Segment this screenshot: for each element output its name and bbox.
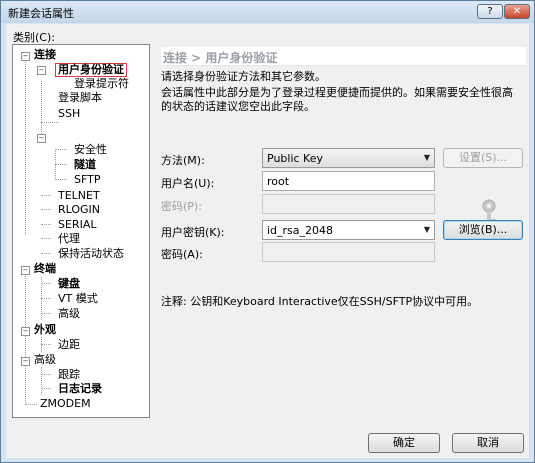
- tree-item-user-auth[interactable]: 用户身份验证: [55, 63, 127, 77]
- tree-line: [41, 209, 51, 210]
- tree-item-proxy[interactable]: 代理: [58, 232, 80, 246]
- tree-line: [25, 404, 37, 405]
- user-key-select[interactable]: id_rsa_2048 ▼: [262, 220, 435, 240]
- user-key-label: 用户密钥(K):: [161, 226, 225, 239]
- passphrase-label: 密码(A):: [161, 248, 203, 261]
- tree-line: [25, 271, 26, 403]
- username-input[interactable]: root: [262, 171, 435, 191]
- tree-item-margins[interactable]: 边距: [58, 338, 80, 352]
- tree-line: [41, 122, 59, 123]
- password-input[interactable]: [262, 194, 435, 214]
- category-label: 类别(C):: [13, 31, 55, 44]
- tree-line: [41, 298, 51, 299]
- tree-item-logging[interactable]: 日志记录: [58, 382, 102, 396]
- intro-text: 请选择身份验证方法和其它参数。: [161, 70, 326, 83]
- tree-line: [25, 57, 26, 235]
- tree-line: [55, 179, 67, 180]
- help-button[interactable]: ?: [477, 4, 503, 19]
- tree-line: [41, 388, 51, 389]
- tree-item-ssh[interactable]: SSH: [58, 107, 80, 121]
- password-label: 密码(P):: [161, 200, 202, 213]
- tree-line: [41, 195, 51, 196]
- window-title: 新建会话属性: [8, 7, 74, 20]
- description-line-1: 会话属性中此部分是为了登录过程更便捷而提供的。如果需要安全性很高: [161, 86, 513, 99]
- collapse-icon[interactable]: −: [21, 266, 30, 275]
- dropdown-arrow-icon: ▼: [423, 153, 430, 162]
- tree-line: [41, 313, 51, 314]
- tree-line: [41, 81, 42, 134]
- tree-item-tunneling[interactable]: 隧道: [74, 158, 96, 172]
- tree-item-security[interactable]: 安全性: [74, 143, 107, 157]
- tree-item-advanced[interactable]: 高级: [34, 353, 56, 367]
- method-select[interactable]: Public Key ▼: [262, 148, 435, 168]
- tree-item-login-script[interactable]: 登录脚本: [58, 91, 102, 105]
- user-key-select-value: id_rsa_2048: [267, 224, 334, 237]
- tree-item-appearance[interactable]: 外观: [34, 323, 56, 337]
- browse-button[interactable]: 浏览(B)...: [443, 220, 523, 240]
- tree-item-telnet[interactable]: TELNET: [58, 189, 100, 203]
- tree-item-vt-mode[interactable]: VT 模式: [58, 292, 98, 306]
- tree-item-trace[interactable]: 跟踪: [58, 368, 80, 382]
- settings-button[interactable]: 设置(S)...: [443, 148, 523, 168]
- tree-item-serial[interactable]: SERIAL: [58, 218, 96, 232]
- section-heading-text: 连接 > 用户身份验证: [163, 51, 278, 65]
- dialog-window: 新建会话属性 ? ✕ 类别(C): − − − − − − 连接 用户身份验证 …: [0, 0, 535, 463]
- username-label: 用户名(U):: [161, 177, 215, 190]
- ok-button[interactable]: 确定: [368, 433, 440, 453]
- passphrase-input[interactable]: [262, 242, 435, 262]
- title-bar[interactable]: 新建会话属性 ? ✕: [1, 1, 534, 23]
- cancel-button[interactable]: 取消: [452, 433, 524, 453]
- tree-line: [41, 344, 51, 345]
- tree-item-sftp[interactable]: SFTP: [74, 173, 100, 187]
- method-select-value: Public Key: [267, 152, 323, 165]
- collapse-icon[interactable]: −: [37, 134, 46, 143]
- collapse-icon[interactable]: −: [21, 357, 30, 366]
- collapse-icon[interactable]: −: [21, 52, 30, 61]
- tree-line: [41, 224, 51, 225]
- tree-line: [55, 149, 67, 150]
- tree-item-keyboard[interactable]: 键盘: [58, 277, 80, 291]
- description-line-2: 的状态的话建议您空出此字段。: [161, 100, 315, 113]
- tree-item-connection[interactable]: 连接: [34, 48, 56, 62]
- tree-line: [41, 283, 51, 284]
- dialog-content: 类别(C): − − − − − − 连接 用户身份验证 登录提示符 登录脚本 …: [6, 24, 529, 458]
- dropdown-arrow-icon: ▼: [423, 225, 430, 234]
- collapse-icon[interactable]: −: [21, 327, 30, 336]
- tree-line: [41, 238, 51, 239]
- tree-item-terminal[interactable]: 终端: [34, 262, 56, 276]
- section-heading: 连接 > 用户身份验证: [161, 47, 526, 66]
- tree-item-rlogin[interactable]: RLOGIN: [58, 203, 100, 217]
- tree-line: [41, 374, 51, 375]
- tree-line: [41, 367, 42, 395]
- tree-item-terminal-advanced[interactable]: 高级: [58, 307, 80, 321]
- note-text: 注释: 公钥和Keyboard Interactive仅在SSH/SFTP协议中…: [161, 295, 479, 308]
- tree-item-zmodem[interactable]: ZMODEM: [40, 397, 91, 411]
- tree-line: [55, 164, 67, 165]
- method-label: 方法(M):: [161, 154, 205, 167]
- tree-item-keep-alive[interactable]: 保持活动状态: [58, 247, 124, 261]
- tree-item-login-prompt[interactable]: 登录提示符: [74, 77, 129, 91]
- close-button[interactable]: ✕: [504, 4, 530, 19]
- collapse-icon[interactable]: −: [37, 66, 46, 75]
- category-tree[interactable]: − − − − − − 连接 用户身份验证 登录提示符 登录脚本 SSH 安全性…: [12, 44, 150, 418]
- tree-line: [41, 253, 51, 254]
